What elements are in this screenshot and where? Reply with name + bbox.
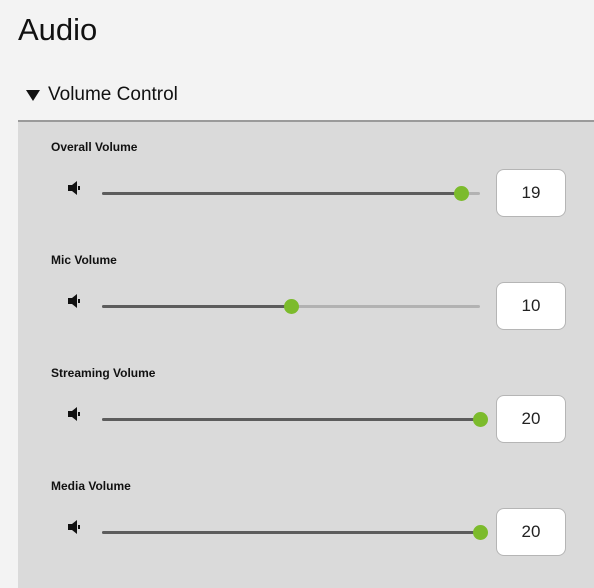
mic-volume-label: Mic Volume (51, 253, 117, 267)
slider-fill (102, 418, 480, 421)
slider-fill (102, 531, 480, 534)
overall-volume-value[interactable]: 19 (496, 169, 566, 217)
mic-volume-slider[interactable] (102, 299, 480, 314)
media-volume-value[interactable]: 20 (496, 508, 566, 556)
slider-thumb[interactable] (284, 299, 299, 314)
speaker-icon (68, 407, 80, 421)
section-title: Volume Control (48, 84, 178, 105)
overall-volume-group: Overall Volume 19 (18, 122, 594, 232)
slider-thumb[interactable] (473, 525, 488, 540)
overall-volume-slider[interactable] (102, 186, 480, 201)
volume-control-panel: Overall Volume 19 Mic Volume 10 Streamin… (0, 122, 594, 588)
mic-volume-group: Mic Volume 10 (18, 235, 594, 345)
speaker-icon (68, 181, 80, 195)
slider-fill (102, 305, 291, 308)
page-header: Audio (0, 0, 594, 66)
media-volume-slider[interactable] (102, 525, 488, 540)
audio-settings-page: Audio Volume Control Overall Volume 19 M… (0, 0, 594, 588)
volume-control-section-toggle[interactable]: Volume Control (18, 72, 594, 122)
speaker-icon (68, 520, 80, 534)
streaming-volume-group: Streaming Volume 20 (18, 348, 594, 458)
speaker-icon (68, 294, 80, 308)
slider-thumb[interactable] (473, 412, 488, 427)
streaming-volume-slider[interactable] (102, 412, 488, 427)
mic-volume-value[interactable]: 10 (496, 282, 566, 330)
streaming-volume-value[interactable]: 20 (496, 395, 566, 443)
streaming-volume-label: Streaming Volume (51, 366, 156, 380)
slider-fill (102, 192, 462, 195)
overall-volume-label: Overall Volume (51, 140, 138, 154)
page-title: Audio (18, 12, 98, 47)
triangle-down-icon (26, 90, 40, 101)
slider-thumb[interactable] (454, 186, 470, 201)
media-volume-group: Media Volume 20 (18, 461, 594, 571)
media-volume-label: Media Volume (51, 479, 131, 493)
